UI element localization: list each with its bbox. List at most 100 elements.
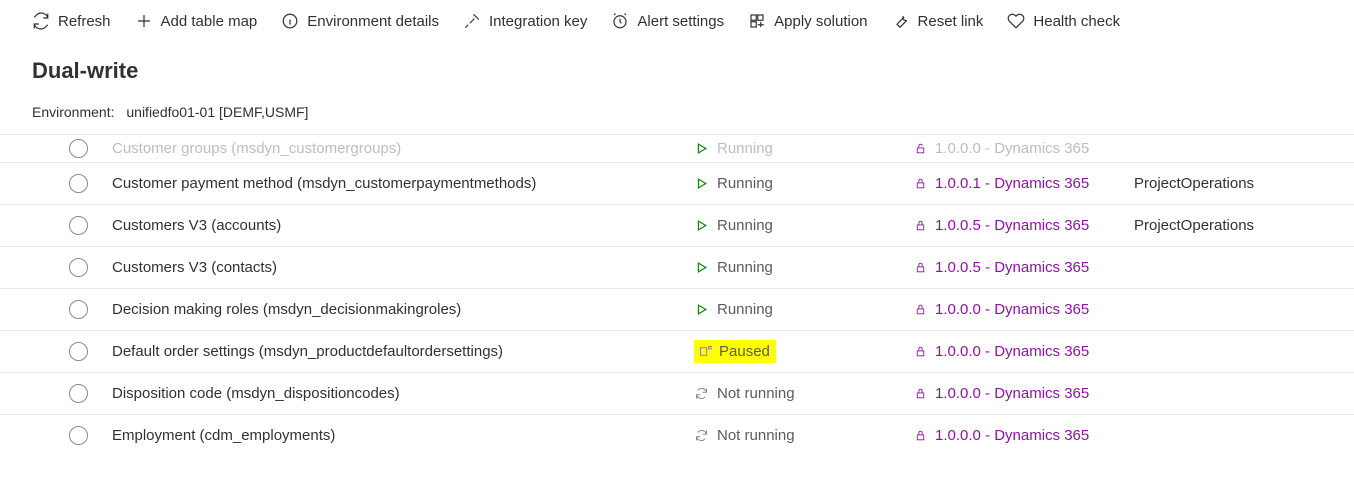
row-version[interactable]: 1.0.0.0 - Dynamics 365 (914, 343, 1134, 360)
row-status: Running (694, 217, 914, 234)
row-select-cell (48, 300, 108, 319)
environment-details-label: Environment details (307, 13, 439, 30)
row-select-radio[interactable] (69, 216, 88, 235)
row-status: Running (694, 175, 914, 192)
lock-icon (914, 261, 927, 274)
row-select-radio[interactable] (69, 342, 88, 361)
row-status-text: Running (717, 217, 773, 234)
reset-link-button[interactable]: Reset link (892, 12, 984, 30)
wrench-icon (892, 12, 910, 30)
row-select-cell (48, 174, 108, 193)
row-select-cell (48, 139, 108, 158)
apply-solution-button[interactable]: Apply solution (748, 12, 867, 30)
row-select-cell (48, 258, 108, 277)
row-version[interactable]: 1.0.0.0 - Dynamics 365 (914, 427, 1134, 444)
table-row[interactable]: Customer groups (msdyn_customergroups) Ru… (0, 134, 1354, 162)
row-version[interactable]: 1.0.0.0 - Dynamics 365 (914, 301, 1134, 318)
row-select-radio[interactable] (69, 384, 88, 403)
row-version[interactable]: 1.0.0.5 - Dynamics 365 (914, 259, 1134, 276)
row-status: Running (694, 301, 914, 318)
health-check-button[interactable]: Health check (1007, 12, 1120, 30)
key-icon (463, 12, 481, 30)
row-version-text: 1.0.0.1 - Dynamics 365 (935, 175, 1089, 192)
table-row[interactable]: Default order settings (msdyn_productdef… (0, 330, 1354, 372)
pause-icon (698, 344, 713, 359)
row-version-text: 1.0.0.0 - Dynamics 365 (935, 427, 1089, 444)
row-select-radio[interactable] (69, 300, 88, 319)
table-row[interactable]: Customers V3 (accounts) Running 1.0.0.5 - … (0, 204, 1354, 246)
row-version-text: 1.0.0.0 - Dynamics 365 (935, 140, 1089, 157)
row-version-text: 1.0.0.5 - Dynamics 365 (935, 259, 1089, 276)
row-publisher: ProjectOperations (1134, 175, 1354, 192)
row-version[interactable]: 1.0.0.0 - Dynamics 365 (914, 140, 1134, 157)
row-version[interactable]: 1.0.0.5 - Dynamics 365 (914, 217, 1134, 234)
alert-settings-button[interactable]: Alert settings (611, 12, 724, 30)
row-select-cell (48, 342, 108, 361)
sync-icon (694, 386, 709, 401)
lock-icon (914, 177, 927, 190)
row-status-text: Running (717, 140, 773, 157)
apply-solution-label: Apply solution (774, 13, 867, 30)
environment-details-button[interactable]: Environment details (281, 12, 439, 30)
alarm-icon (611, 12, 629, 30)
refresh-label: Refresh (58, 13, 111, 30)
row-name[interactable]: Default order settings (msdyn_productdef… (108, 343, 694, 360)
environment-label: Environment: (32, 104, 114, 120)
row-status: Not running (694, 385, 914, 402)
lock-icon (914, 429, 927, 442)
environment-line: Environment: unifiedfo01-01 [DEMF,USMF] (0, 104, 1354, 134)
row-version-text: 1.0.0.0 - Dynamics 365 (935, 343, 1089, 360)
row-status-text: Paused (719, 343, 770, 360)
lock-icon (914, 387, 927, 400)
play-icon (694, 260, 709, 275)
toolbar: Refresh Add table map Environment detail… (0, 0, 1354, 46)
row-select-radio[interactable] (69, 258, 88, 277)
row-status-text: Running (717, 175, 773, 192)
table-row[interactable]: Decision making roles (msdyn_decisionmak… (0, 288, 1354, 330)
heart-icon (1007, 12, 1025, 30)
row-version-text: 1.0.0.5 - Dynamics 365 (935, 217, 1089, 234)
reset-link-label: Reset link (918, 13, 984, 30)
table-map-grid: Customer groups (msdyn_customergroups) Ru… (0, 134, 1354, 456)
row-select-radio[interactable] (69, 174, 88, 193)
table-row[interactable]: Customers V3 (contacts) Running 1.0.0.5 - … (0, 246, 1354, 288)
row-name[interactable]: Customer payment method (msdyn_customerp… (108, 175, 694, 192)
table-row[interactable]: Customer payment method (msdyn_customerp… (0, 162, 1354, 204)
row-name[interactable]: Customers V3 (contacts) (108, 259, 694, 276)
row-name[interactable]: Disposition code (msdyn_dispositioncodes… (108, 385, 694, 402)
lock-icon (914, 345, 927, 358)
row-name[interactable]: Employment (cdm_employments) (108, 427, 694, 444)
environment-value: unifiedfo01-01 [DEMF,USMF] (126, 104, 308, 120)
row-version[interactable]: 1.0.0.1 - Dynamics 365 (914, 175, 1134, 192)
row-select-cell (48, 426, 108, 445)
row-status-text: Running (717, 259, 773, 276)
health-check-label: Health check (1033, 13, 1120, 30)
refresh-button[interactable]: Refresh (32, 12, 111, 30)
row-status-text: Running (717, 301, 773, 318)
row-name[interactable]: Customer groups (msdyn_customergroups) (108, 140, 694, 157)
sync-icon (694, 428, 709, 443)
refresh-icon (32, 12, 50, 30)
integration-key-label: Integration key (489, 13, 587, 30)
paused-highlight: Paused (694, 340, 776, 363)
row-status: Not running (694, 427, 914, 444)
row-status: Running (694, 259, 914, 276)
row-select-radio[interactable] (69, 426, 88, 445)
lock-icon (914, 303, 927, 316)
add-table-map-button[interactable]: Add table map (135, 12, 258, 30)
play-icon (694, 176, 709, 191)
table-row[interactable]: Disposition code (msdyn_dispositioncodes… (0, 372, 1354, 414)
plus-icon (135, 12, 153, 30)
row-version[interactable]: 1.0.0.0 - Dynamics 365 (914, 385, 1134, 402)
alert-settings-label: Alert settings (637, 13, 724, 30)
row-select-cell (48, 384, 108, 403)
table-row[interactable]: Employment (cdm_employments)Not running 1… (0, 414, 1354, 456)
row-select-radio[interactable] (69, 139, 88, 158)
row-name[interactable]: Decision making roles (msdyn_decisionmak… (108, 301, 694, 318)
row-version-text: 1.0.0.0 - Dynamics 365 (935, 385, 1089, 402)
row-publisher: ProjectOperations (1134, 217, 1354, 234)
info-icon (281, 12, 299, 30)
play-icon (694, 141, 709, 156)
row-name[interactable]: Customers V3 (accounts) (108, 217, 694, 234)
integration-key-button[interactable]: Integration key (463, 12, 587, 30)
